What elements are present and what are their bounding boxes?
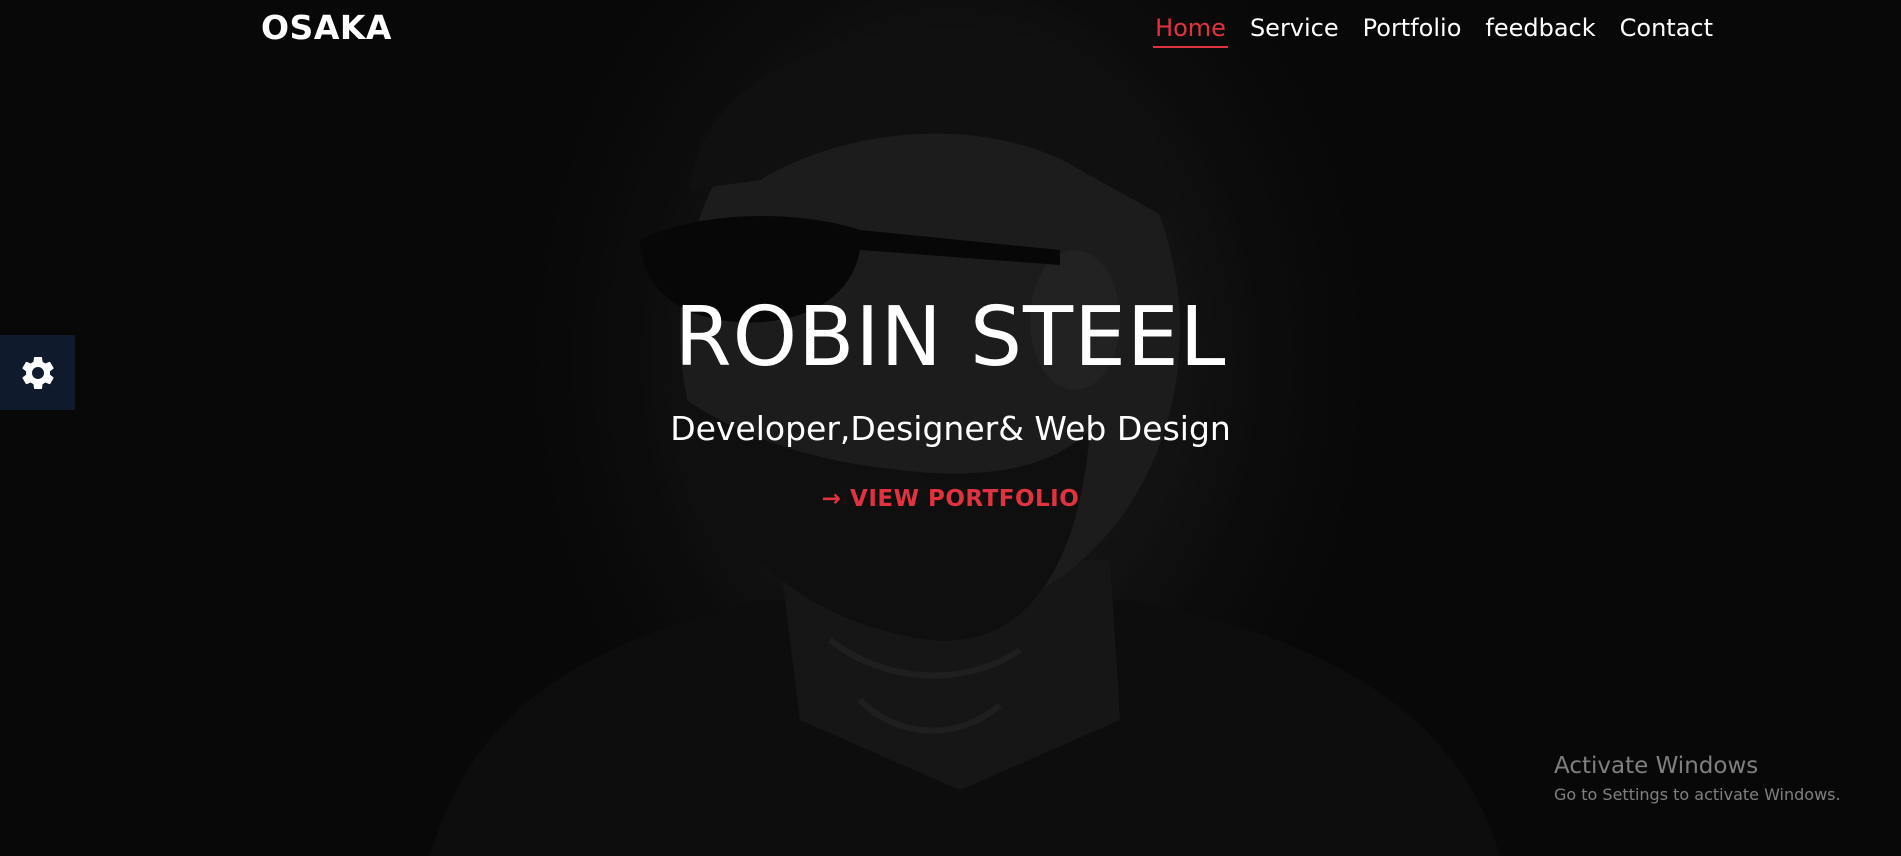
hero-section: OSAKA Home Service Portfolio feedback Co… xyxy=(0,0,1901,856)
view-portfolio-label: VIEW PORTFOLIO xyxy=(850,486,1080,512)
nav-item-contact[interactable]: Contact xyxy=(1618,14,1715,48)
activate-windows-watermark: Activate Windows Go to Settings to activ… xyxy=(1554,753,1841,804)
arrow-right-icon: → xyxy=(821,486,842,512)
hero-subtitle: Developer,Designer& Web Design xyxy=(670,409,1231,448)
hero-content: ROBIN STEEL Developer,Designer& Web Desi… xyxy=(0,290,1901,512)
watermark-subtitle: Go to Settings to activate Windows. xyxy=(1554,785,1841,804)
brand-logo[interactable]: OSAKA xyxy=(261,8,392,47)
nav-item-home[interactable]: Home xyxy=(1153,14,1228,48)
view-portfolio-link[interactable]: → VIEW PORTFOLIO xyxy=(822,486,1080,512)
nav-item-service[interactable]: Service xyxy=(1248,14,1341,48)
nav-item-feedback[interactable]: feedback xyxy=(1483,14,1597,48)
main-nav: Home Service Portfolio feedback Contact xyxy=(1153,14,1715,48)
nav-item-portfolio[interactable]: Portfolio xyxy=(1361,14,1464,48)
watermark-title: Activate Windows xyxy=(1554,753,1759,779)
hero-title: ROBIN STEEL xyxy=(674,290,1227,385)
